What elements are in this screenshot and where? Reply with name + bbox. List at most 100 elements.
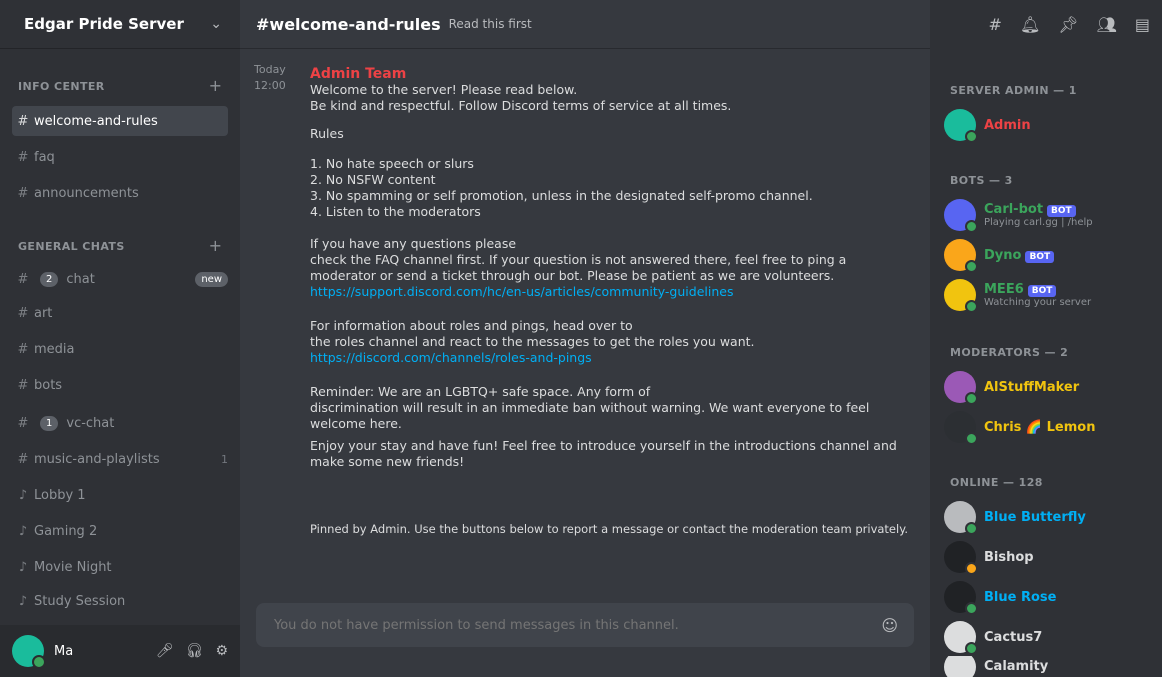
member-row[interactable]: Dyno BOT [944,236,1150,274]
voice-channel-study-session[interactable]: ♪ Study Session [12,586,228,616]
member-name: Cactus7 [984,629,1043,645]
avatar [944,581,978,615]
hash-icon: # [17,377,29,393]
message-input[interactable] [272,616,882,634]
server-name: Edgar Pride Server [24,15,184,33]
channel-vc-chat[interactable]: # 1 vc-chat [12,408,228,438]
speaker-icon: ♪ [18,487,28,503]
status-icon [965,432,978,445]
unread-badge: 1 [40,415,59,431]
headphones-icon[interactable]: 🎧︎ [186,643,204,659]
status-icon [965,392,978,405]
pin-icon[interactable]: 📌︎ [1058,15,1078,34]
avatar [944,501,978,535]
member-group-heading: Moderators — 2 [950,346,1069,359]
online-status-icon [32,655,46,669]
channel-header: #welcome-and-rules Read this first [240,0,930,48]
member-row[interactable]: MEE6 BOT Watching your server [944,276,1150,314]
speaker-icon: ♪ [18,593,28,609]
voice-channel-lobby-1[interactable]: ♪ Lobby 1 [12,480,228,510]
voice-channel-movie-night[interactable]: ♪ Movie Night [12,552,228,582]
member-row[interactable]: AlStuffMaker [944,368,1150,406]
voice-channel-gaming-2[interactable]: ♪ Gaming 2 [12,516,228,546]
channel-chat[interactable]: # 2 chat new [12,264,228,294]
avatar [944,621,978,655]
message-composer: ☺ [256,603,914,647]
channel-label: welcome-and-rules [34,113,158,129]
member-name: Dyno [984,247,1022,263]
member-name: Carl-bot [984,202,1044,217]
channel-label: announcements [34,185,139,201]
channel-topic: Read this first [448,17,532,31]
category-general-chats[interactable]: General Chats [18,240,125,253]
channel-announcements[interactable]: # announcements [12,178,228,208]
message-author[interactable]: Admin Team [310,66,900,82]
pinned-note: Pinned by Admin. Use the buttons below t… [310,522,909,536]
emoji-icon[interactable]: ☺ [881,616,898,635]
channel-faq[interactable]: # faq [12,142,228,172]
channel-label: bots [34,377,63,393]
member-list: # 🔔︎ 📌︎ 👥︎ ▤ Server Admin — 1 Admin Bots… [930,0,1162,677]
message-line: check the FAQ channel first. If your que… [310,252,847,283]
bell-icon[interactable]: 🔔︎ [1020,15,1040,34]
member-row[interactable]: Carl-bot BOT Playing carl.gg | /help [944,196,1150,234]
avatar [944,411,978,445]
member-row[interactable]: Cactus7 [944,618,1150,656]
member-row[interactable]: Blue Butterfly [944,498,1150,536]
bot-badge: BOT [1025,250,1055,263]
channel-bots[interactable]: # bots [12,370,228,400]
message-line: Welcome to the server! Please read below… [310,82,578,97]
status-icon [965,130,978,143]
hash-icon: # [17,185,29,201]
unread-badge: 2 [40,271,59,287]
channel-label: chat [66,271,95,287]
avatar [944,541,978,575]
hash-icon: # [17,113,29,129]
member-row[interactable]: Admin [944,106,1150,144]
chevron-down-icon[interactable]: ⌄ [210,16,222,32]
inbox-icon[interactable]: ▤ [1135,15,1150,34]
channel-art[interactable]: # art [12,298,228,328]
message-line: Enjoy your stay and have fun! Feel free … [310,438,897,469]
channel-welcome-and-rules[interactable]: # welcome-and-rules [12,106,228,136]
message-timestamp: Today 12:00 [254,63,286,92]
microphone-icon[interactable]: 🎤︎ [156,643,174,659]
message-link[interactable]: https://support.discord.com/hc/en-us/art… [310,284,733,299]
avatar [944,199,978,233]
message-line: For information about roles and pings, h… [310,318,633,333]
members-icon[interactable]: 👥︎ [1097,15,1117,34]
member-row[interactable]: Chris 🌈 Lemon [944,408,1150,446]
member-name: Blue Butterfly [984,509,1086,525]
message-line: Rules [310,126,344,141]
status-icon [965,300,978,313]
status-icon [965,220,978,233]
server-header[interactable]: Edgar Pride Server ⌄ [0,0,240,48]
threads-icon[interactable]: # [989,15,1002,34]
channel-label: Movie Night [34,559,112,575]
message: Admin Team Welcome to the server! Please… [310,66,900,470]
avatar [944,371,978,405]
channel-name: #welcome-and-rules [256,14,441,34]
message-line: 2. No NSFW content [310,172,436,187]
message-link[interactable]: https://discord.com/channels/roles-and-p… [310,350,592,365]
category-info-center[interactable]: Info Center [18,80,105,93]
add-channel-icon[interactable]: + [209,76,222,95]
member-row[interactable]: Bishop [944,538,1150,576]
status-icon [965,562,978,575]
channel-label: vc-chat [66,415,115,431]
avatar[interactable] [12,635,46,669]
member-row[interactable]: Blue Rose [944,578,1150,616]
new-badge: new [195,271,228,287]
add-channel-icon[interactable]: + [209,236,222,255]
gear-icon[interactable]: ⚙ [215,643,228,659]
message-line: 3. No spamming or self promotion, unless… [310,188,813,203]
status-icon [965,642,978,655]
status-icon [965,522,978,535]
chat-area: #welcome-and-rules Read this first Today… [240,0,930,677]
channel-media[interactable]: # media [12,334,228,364]
member-name: Bishop [984,549,1034,565]
channel-music-and-playlists[interactable]: # music-and-playlists 1 [12,444,228,474]
member-row[interactable]: Calamity [944,656,1150,677]
message-line: If you have any questions please [310,236,517,251]
status-icon [965,260,978,273]
